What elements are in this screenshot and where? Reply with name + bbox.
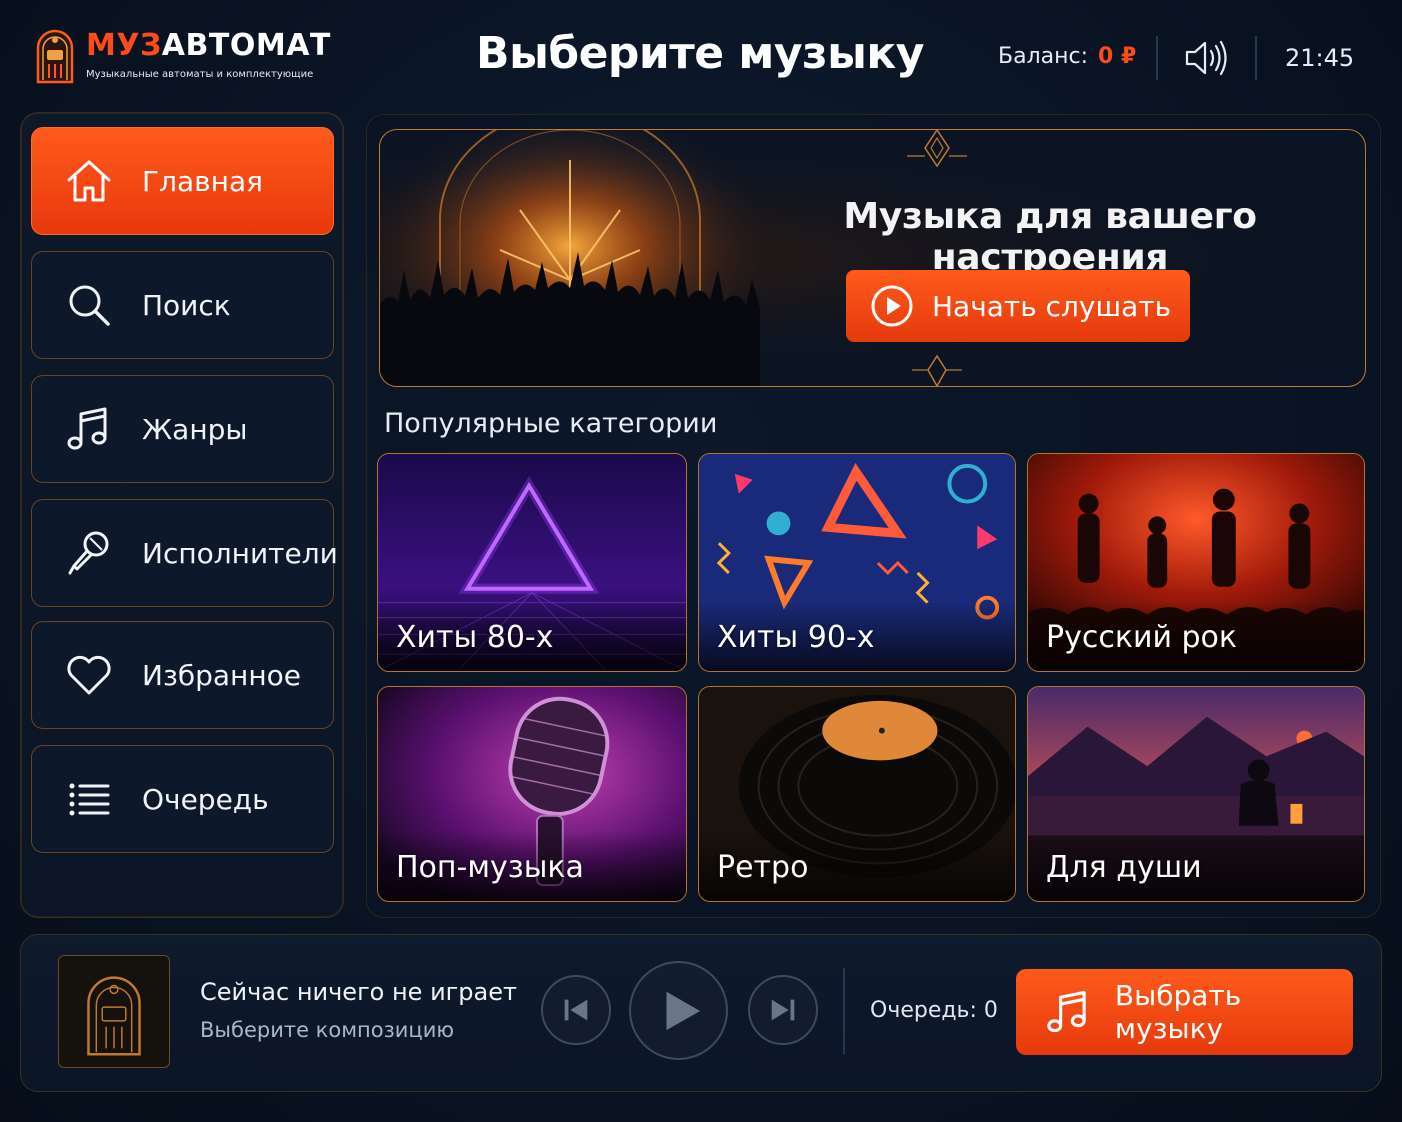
clock: 21:45: [1285, 44, 1355, 72]
now-playing-subtitle: Выберите композицию: [200, 1018, 455, 1042]
category-card-80s[interactable]: Хиты 80-х: [377, 453, 687, 672]
header-divider: [1156, 36, 1158, 80]
list-icon: [69, 783, 110, 816]
sidebar-item-artists[interactable]: Исполнители: [31, 499, 338, 607]
start-listening-label: Начать слушать: [932, 289, 1172, 323]
start-listening-button[interactable]: Начать слушать: [846, 270, 1190, 342]
category-label: Ретро: [717, 850, 809, 885]
concert-crowd-image: [380, 130, 760, 386]
header: МУЗАВТОМАТ Музыкальные автоматы и компле…: [0, 0, 1402, 110]
category-label: Хиты 80-х: [396, 620, 554, 655]
ornament-top-icon: [907, 130, 967, 168]
sidebar-item-label: Избранное: [142, 658, 302, 692]
speaker-volume-icon[interactable]: [1184, 38, 1230, 78]
sidebar-item-label: Исполнители: [142, 536, 338, 570]
category-card-90s[interactable]: Хиты 90-х: [698, 453, 1016, 672]
sidebar-item-favorites[interactable]: Избранное: [31, 621, 334, 729]
logo: МУЗАВТОМАТ Музыкальные автоматы и компле…: [34, 26, 331, 84]
category-card-retro[interactable]: Ретро: [698, 686, 1016, 902]
category-label: Поп-музыка: [396, 850, 584, 885]
balance-value: 0 ₽: [1098, 44, 1137, 69]
play-button[interactable]: [629, 961, 728, 1060]
category-card-russian-rock[interactable]: Русский рок: [1027, 453, 1365, 672]
microphone-icon: [68, 531, 109, 575]
sidebar-item-label: Главная: [142, 164, 263, 198]
brand-name: МУЗАВТОМАТ: [86, 27, 331, 63]
hero-title: Музыка для вашего настроения: [843, 196, 1257, 278]
sidebar-item-label: Поиск: [142, 288, 231, 322]
sidebar-item-home[interactable]: Главная: [31, 127, 334, 235]
home-icon: [67, 160, 111, 202]
sidebar-item-queue[interactable]: Очередь: [31, 745, 334, 853]
queue-count: Очередь: 0: [870, 998, 998, 1023]
brand-subtitle: Музыкальные автоматы и комплектующие: [86, 68, 314, 80]
heart-icon: [67, 655, 111, 695]
skip-forward-icon: [771, 999, 795, 1021]
sidebar-item-label: Жанры: [142, 412, 248, 446]
music-note-icon: [67, 407, 107, 450]
ornament-bottom-icon: [912, 354, 962, 386]
sidebar: Главная Поиск Жанры Исполнители Избранно…: [20, 112, 344, 918]
balance: Баланс: 0 ₽: [998, 44, 1136, 69]
choose-music-button[interactable]: Выбрать музыку: [1016, 969, 1353, 1055]
balance-label: Баланс:: [998, 44, 1089, 69]
category-card-pop[interactable]: Поп-музыка: [377, 686, 687, 902]
page-title: Выберите музыку: [476, 28, 924, 79]
category-label: Русский рок: [1046, 620, 1238, 655]
now-playing-thumbnail: [58, 955, 170, 1068]
player-divider: [843, 968, 845, 1054]
skip-back-icon: [564, 999, 588, 1021]
categories-title: Популярные категории: [384, 408, 718, 439]
sidebar-item-genres[interactable]: Жанры: [31, 375, 334, 483]
play-circle-icon: [871, 285, 913, 327]
next-button[interactable]: [748, 975, 818, 1045]
now-playing-title: Сейчас ничего не играет: [200, 978, 517, 1006]
play-icon: [666, 991, 701, 1031]
jukebox-icon: [87, 976, 141, 1056]
header-divider: [1255, 36, 1257, 80]
sidebar-item-label: Очередь: [142, 782, 269, 816]
category-label: Для души: [1046, 850, 1202, 885]
search-icon: [69, 285, 110, 326]
hero-banner: Музыка для вашего настроения Начать слуш…: [379, 129, 1366, 387]
category-card-for-soul[interactable]: Для души: [1027, 686, 1365, 902]
choose-music-label: Выбрать музыку: [1114, 979, 1242, 1045]
previous-button[interactable]: [541, 975, 611, 1045]
music-note-icon: [1047, 990, 1086, 1033]
sidebar-item-search[interactable]: Поиск: [31, 251, 334, 359]
category-label: Хиты 90-х: [717, 620, 875, 655]
jukebox-logo-icon: [36, 29, 74, 84]
